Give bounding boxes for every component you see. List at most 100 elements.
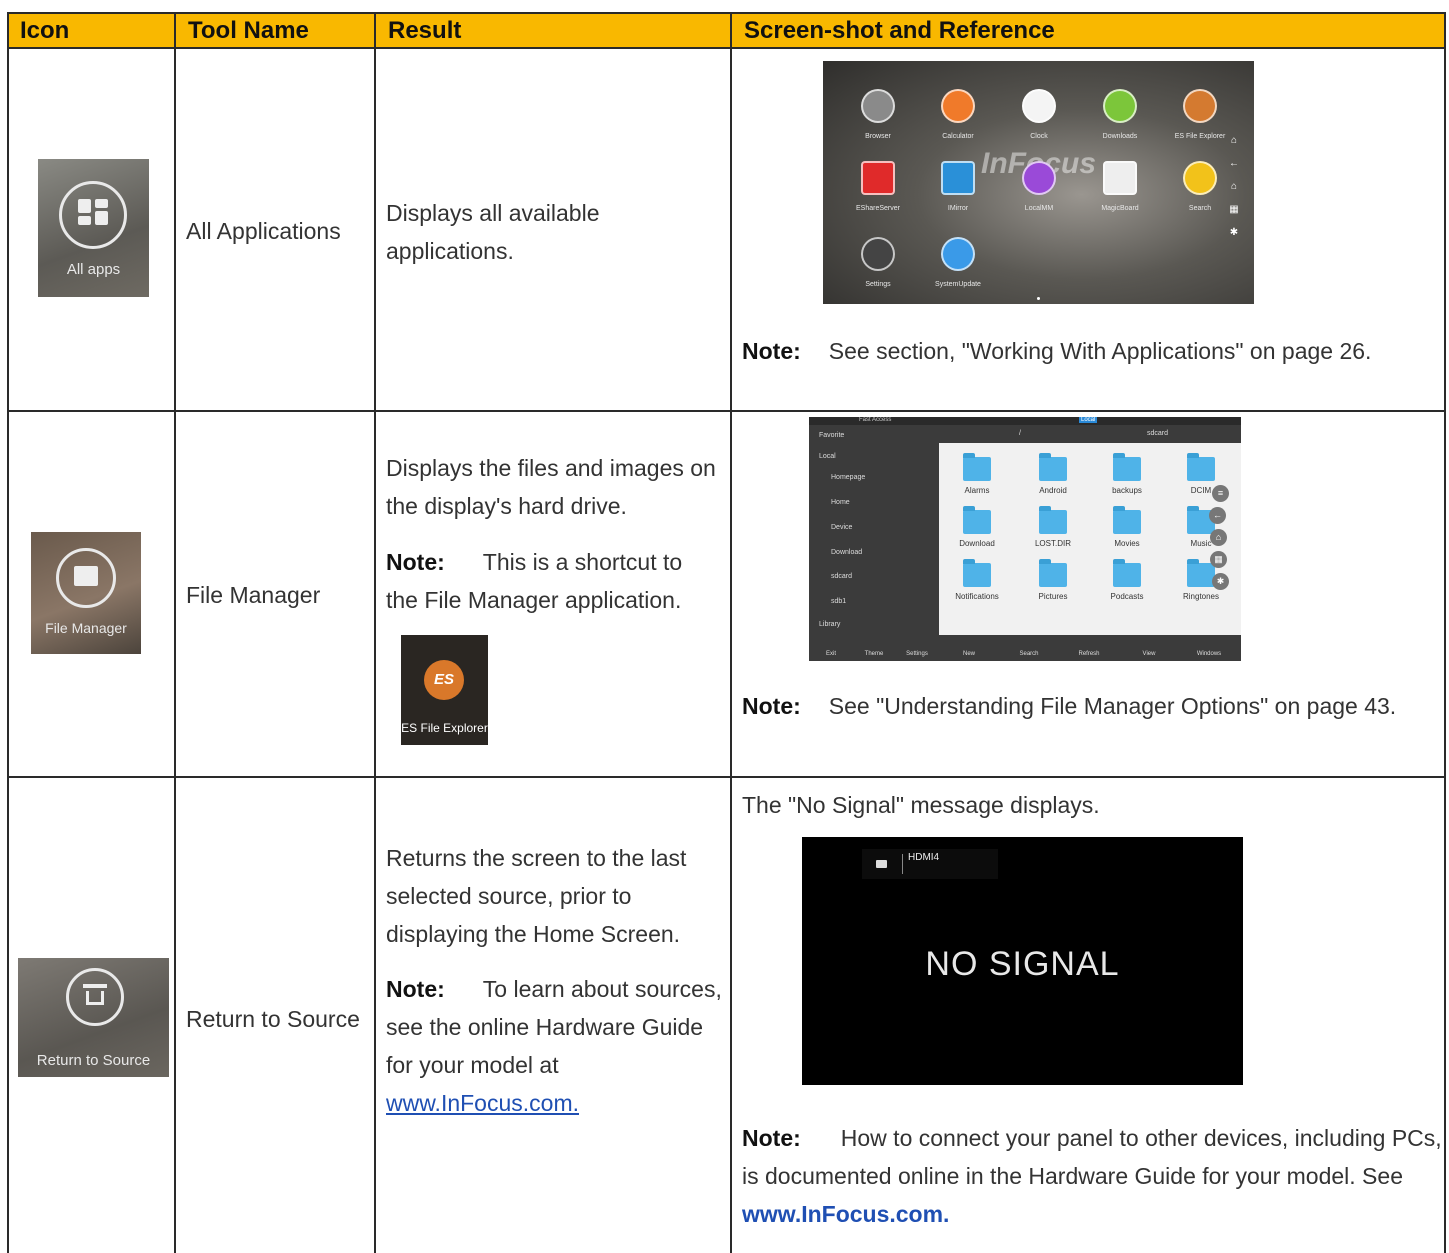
es-file-explorer-thumb: ES ES File Explorer: [401, 635, 488, 745]
systemupdate-icon: [941, 237, 975, 271]
table-border-col2: [374, 12, 376, 1253]
sidebar-item-library[interactable]: Library: [819, 621, 840, 628]
sidebar-item-sdb1[interactable]: sdb1: [831, 598, 846, 605]
fm-new-button[interactable]: New: [949, 651, 989, 657]
settings-icon: [861, 237, 895, 271]
note-text: How to connect your panel to other devic…: [742, 1125, 1442, 1189]
result-file-manager: Displays the files and images on the dis…: [386, 455, 716, 519]
note-text: See section, "Working With Applications"…: [828, 338, 1372, 364]
note-label: Note:: [742, 338, 801, 364]
fm-settings-button[interactable]: Settings: [897, 651, 937, 657]
fm-refresh-button[interactable]: Refresh: [1069, 651, 1109, 657]
magicboard-icon: [1103, 161, 1137, 195]
app-label: Clock: [1030, 133, 1048, 140]
fm-nav-settings-icon[interactable]: ✱: [1212, 573, 1229, 590]
tool-name-return-to-source: Return to Source: [186, 1006, 360, 1032]
file-manager-icon: File Manager: [31, 532, 141, 654]
fm-windows-button[interactable]: Windows: [1189, 651, 1229, 657]
app-label: Calculator: [942, 133, 974, 140]
app-label: LocalMM: [1024, 205, 1054, 212]
fm-theme-button[interactable]: Theme: [854, 651, 894, 657]
note-label: Note:: [386, 976, 445, 1002]
table-border-col1: [174, 12, 176, 1253]
header-screenshot: Screen-shot and Reference: [732, 13, 1446, 47]
table-border-row1: [7, 410, 1446, 412]
note-return-to-source: Note: How to connect your panel to other …: [742, 1119, 1442, 1233]
fm-nav-apps-icon[interactable]: ▦: [1210, 551, 1227, 568]
all-apps-caption: All apps: [66, 261, 121, 278]
tool-name-all-applications: All Applications: [186, 218, 341, 244]
document-page: Icon Tool Name Result Screen-shot and Re…: [0, 0, 1449, 1253]
note-all-applications: Note: See section, "Working With Applicat…: [742, 332, 1422, 370]
result-note-file-manager: Note: This is a shortcut to the File Mana…: [386, 543, 716, 619]
return-to-source-circle: [66, 968, 124, 1026]
folder[interactable]: LOST.DIR: [1013, 506, 1093, 548]
all-apps-circle: [59, 181, 127, 249]
result-return-to-source: Returns the screen to the last selected …: [386, 845, 687, 947]
result-all-applications: Displays all available applications.: [386, 200, 600, 264]
table-border-left: [7, 12, 9, 1253]
table-border-top: [7, 12, 1446, 14]
source-label: HDMI4: [908, 852, 940, 863]
folder[interactable]: Music: [1161, 506, 1241, 548]
return-to-source-caption: Return to Source: [36, 1052, 151, 1069]
tool-name-file-manager: File Manager: [186, 582, 321, 608]
folder[interactable]: Android: [1013, 453, 1093, 495]
fm-nav-home-icon[interactable]: ⌂: [1210, 529, 1227, 546]
downloads-icon: [1103, 89, 1137, 123]
folder[interactable]: Download: [937, 506, 1017, 548]
sidebar-item-favorite[interactable]: Favorite: [819, 432, 844, 439]
es-file-explorer-icon: [1183, 89, 1217, 123]
app-label: Browser: [865, 133, 891, 140]
note-file-manager: Note: See "Understanding File Manager Opt…: [742, 687, 1422, 725]
app-label: IMirror: [947, 205, 969, 212]
note-text: See "Understanding File Manager Options"…: [828, 693, 1397, 719]
table-border-row2: [7, 776, 1446, 778]
fm-search-button[interactable]: Search: [1009, 651, 1049, 657]
header-result: Result: [376, 13, 730, 47]
all-apps-icon: All apps: [38, 159, 149, 297]
header-screenshot-label: Screen-shot and Reference: [744, 17, 1055, 44]
es-file-explorer-caption: ES File Explorer: [401, 721, 488, 735]
infocus-link-bold[interactable]: www.InFocus.com.: [742, 1201, 949, 1227]
file-manager-caption: File Manager: [45, 620, 127, 636]
clock-icon: [1022, 89, 1056, 123]
table-border-header: [7, 47, 1446, 49]
note-label: Note:: [742, 693, 801, 719]
sidebar-item-sdcard[interactable]: sdcard: [831, 573, 852, 580]
folder[interactable]: Ringtones: [1161, 559, 1241, 601]
folder[interactable]: DCIM: [1161, 453, 1241, 495]
sidebar-item-home[interactable]: Home: [831, 499, 850, 506]
sidebar-item-download[interactable]: Download: [831, 549, 862, 556]
no-signal-message: NO SIGNAL: [925, 945, 1120, 983]
fm-nav-back-icon[interactable]: ←: [1209, 507, 1226, 524]
sidebar-item-device[interactable]: Device: [831, 524, 852, 531]
header-icon-label: Icon: [20, 17, 70, 44]
fm-view-button[interactable]: View: [1129, 651, 1169, 657]
sidebar-item-local[interactable]: Local: [819, 453, 836, 460]
fm-exit-button[interactable]: Exit: [811, 651, 851, 657]
fm-status-bar: Fast Access Local: [809, 417, 1241, 425]
app-label: Settings: [865, 281, 891, 288]
folder[interactable]: Podcasts: [1087, 559, 1167, 601]
source-badge: HDMI4: [862, 849, 998, 879]
folder[interactable]: Alarms: [937, 453, 1017, 495]
fm-nav-source-icon[interactable]: ≡: [1212, 485, 1229, 502]
search-icon: [1183, 161, 1217, 195]
es-logo-icon: ES: [424, 660, 464, 700]
folder[interactable]: Notifications: [937, 559, 1017, 601]
fm-path-bar: / sdcard: [939, 425, 1241, 443]
folder[interactable]: backups: [1087, 453, 1167, 495]
sidebar-item-homepage[interactable]: Homepage: [831, 474, 865, 481]
infocus-link[interactable]: www.InFocus.com.: [386, 1090, 579, 1116]
header-icon: Icon: [8, 13, 174, 47]
no-signal-intro: The "No Signal" message displays.: [742, 792, 1100, 818]
folder[interactable]: Movies: [1087, 506, 1167, 548]
app-label: EShareServer: [856, 205, 900, 212]
app-label: MagicBoard: [1101, 205, 1139, 212]
fm-bottom-bar: Exit Theme Settings New Search Refresh V…: [809, 635, 1241, 661]
table-border-right: [1444, 12, 1446, 1253]
folder[interactable]: Pictures: [1013, 559, 1093, 601]
header-tool-name: Tool Name: [176, 13, 374, 47]
file-manager-screenshot: Fast Access Local Favorite Local Homepag…: [809, 417, 1241, 661]
